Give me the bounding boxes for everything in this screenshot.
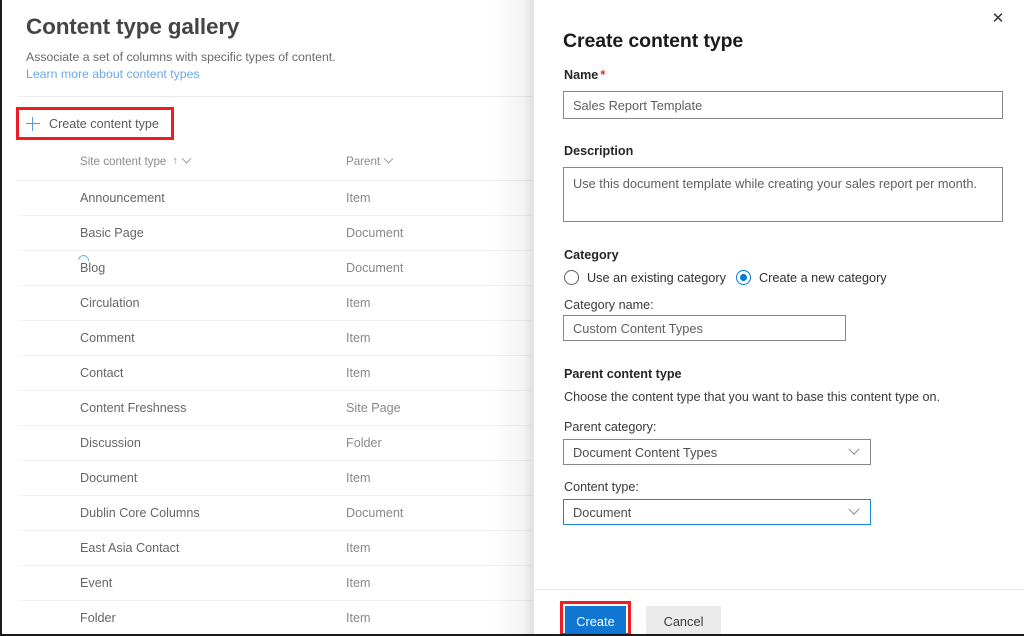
radio-create-new-category-label: Create a new category — [759, 270, 887, 285]
create-content-type-button[interactable]: Create content type — [22, 112, 163, 136]
column-header-parent[interactable]: Parent — [346, 153, 394, 168]
plus-icon — [26, 117, 40, 131]
category-section-label: Category — [564, 248, 619, 262]
parent-category-dropdown[interactable]: Document Content Types — [563, 439, 871, 465]
row-site-content-type: Circulation — [80, 296, 140, 310]
table-row[interactable]: Folder Item — [18, 601, 533, 634]
row-parent: Item — [346, 331, 371, 345]
row-site-content-type: Folder — [80, 611, 116, 625]
table-row[interactable]: Contact Item — [18, 356, 533, 391]
name-label-text: Name — [564, 68, 599, 82]
table-row[interactable]: Event Item — [18, 566, 533, 601]
table-row[interactable]: Dublin Core Columns Document — [18, 496, 533, 531]
parent-content-type-section-label: Parent content type — [564, 367, 682, 381]
row-parent: Item — [346, 471, 371, 485]
chevron-down-icon[interactable] — [181, 153, 192, 164]
row-site-content-type: Basic Page — [80, 226, 144, 240]
cancel-button[interactable]: Cancel — [646, 606, 721, 634]
chevron-down-icon[interactable] — [383, 153, 394, 164]
command-bar-divider — [18, 96, 533, 97]
row-site-content-type: Content Freshness — [80, 401, 187, 415]
row-parent: Folder — [346, 436, 382, 450]
learn-more-link[interactable]: Learn more about content types — [26, 67, 200, 81]
content-type-gallery-page: Content type gallery Associate a set of … — [2, 0, 533, 634]
description-input[interactable]: Use this document template while creatin… — [563, 167, 1003, 222]
row-site-content-type: East Asia Contact — [80, 541, 180, 555]
table-row[interactable]: Content Freshness Site Page — [18, 391, 533, 426]
name-field-label: Name * — [564, 68, 605, 82]
content-type-label: Content type: — [564, 480, 639, 494]
column-header-site-content-type-label: Site content type — [80, 155, 167, 168]
radio-use-existing-category[interactable]: Use an existing category — [564, 270, 726, 285]
column-header-site-content-type[interactable]: Site content type ↑ — [80, 153, 192, 168]
row-site-content-type: Contact — [80, 366, 124, 380]
content-type-dropdown[interactable]: Document — [563, 499, 871, 525]
row-site-content-type: Document — [80, 471, 138, 485]
row-parent: Document — [346, 261, 404, 275]
content-type-list: Announcement Item Basic Page Document Blog Do… — [2, 181, 533, 634]
panel-title: Create content type — [563, 30, 744, 52]
app-screenshot: Content type gallery Associate a set of … — [0, 0, 1024, 636]
create-content-type-label: Create content type — [49, 117, 159, 131]
table-row[interactable]: Discussion Folder — [18, 426, 533, 461]
create-content-type-panel: ✕ Create content type Name* Description … — [533, 0, 1024, 634]
required-asterisk: * — [600, 68, 606, 82]
chevron-down-icon — [848, 443, 860, 455]
parent-content-type-description: Choose the content type that you want to… — [564, 390, 940, 404]
row-parent: Item — [346, 541, 371, 555]
radio-use-existing-category-label: Use an existing category — [587, 270, 726, 285]
radio-unchecked-icon — [564, 270, 579, 285]
page-title: Content type gallery — [26, 14, 240, 39]
row-site-content-type: Dublin Core Columns — [80, 506, 200, 520]
list-column-headers: Site content type ↑ Parent — [2, 153, 533, 181]
create-button[interactable]: Create — [565, 606, 626, 634]
parent-category-label: Parent category: — [564, 420, 657, 434]
page-subtitle: Associate a set of columns with specific… — [26, 50, 336, 64]
radio-checked-icon — [736, 270, 751, 285]
name-input[interactable] — [563, 91, 1003, 119]
table-row[interactable]: East Asia Contact Item — [18, 531, 533, 566]
column-header-parent-label: Parent — [346, 155, 381, 168]
panel-footer-divider — [534, 589, 1024, 590]
row-parent: Document — [346, 506, 404, 520]
row-parent: Document — [346, 226, 404, 240]
table-row[interactable]: Document Item — [18, 461, 533, 496]
table-row[interactable]: Blog Document — [18, 251, 533, 286]
category-name-input[interactable] — [563, 315, 846, 341]
row-parent: Site Page — [346, 401, 401, 415]
row-site-content-type: Event — [80, 576, 113, 590]
sort-ascending-icon: ↑ — [172, 155, 178, 167]
row-parent: Item — [346, 191, 371, 205]
close-icon[interactable]: ✕ — [980, 2, 1016, 34]
row-site-content-type: Discussion — [80, 436, 141, 450]
row-site-content-type: Blog — [80, 261, 106, 275]
parent-category-value: Document Content Types — [573, 444, 718, 460]
radio-create-new-category[interactable]: Create a new category — [736, 270, 887, 285]
category-name-label: Category name: — [564, 298, 654, 312]
row-parent: Item — [346, 366, 371, 380]
description-field-label: Description — [564, 144, 634, 158]
content-type-value: Document — [573, 504, 632, 520]
row-parent: Item — [346, 296, 371, 310]
row-site-content-type: Announcement — [80, 191, 165, 205]
table-row[interactable]: Comment Item — [18, 321, 533, 356]
row-parent: Item — [346, 576, 371, 590]
table-row[interactable]: Circulation Item — [18, 286, 533, 321]
table-row[interactable]: Announcement Item — [18, 181, 533, 216]
row-site-content-type: Comment — [80, 331, 135, 345]
row-parent: Item — [346, 611, 371, 625]
chevron-down-icon — [848, 503, 860, 515]
table-row[interactable]: Basic Page Document — [18, 216, 533, 251]
